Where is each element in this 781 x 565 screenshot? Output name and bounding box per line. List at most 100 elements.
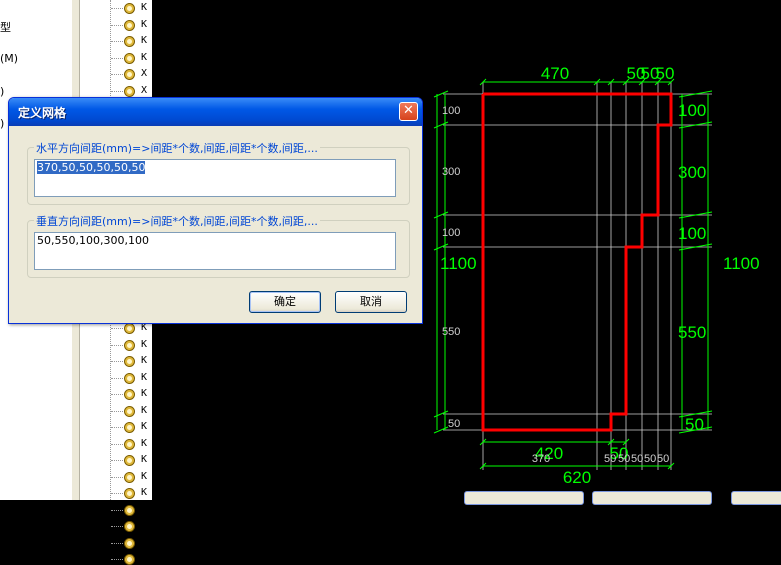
tree-item-label[interactable]: K [141,388,147,399]
tree-item-label[interactable]: K [141,372,147,383]
right-total-label: 1100 [723,254,760,273]
gear-icon [124,36,135,47]
tree-item-label[interactable]: K [141,520,147,531]
tree-item-label[interactable]: K [141,471,147,482]
gear-icon [124,554,135,565]
tree-connector [111,427,123,428]
ok-button[interactable]: 确定 [249,291,321,313]
bottom-small-label: 50 [618,453,630,465]
tree-connector [111,57,123,59]
tree-connector [111,41,123,42]
cancel-button[interactable]: 取消 [335,291,407,313]
right-dim-label: 550 [678,323,706,342]
bottom-tab-button[interactable] [592,491,712,505]
tree-item-label[interactable]: K [141,2,147,13]
tree-item-label[interactable]: K [141,405,147,416]
gear-icon [124,389,135,400]
tree-item-label[interactable]: K [141,438,147,449]
tree-connector [111,328,123,329]
tree-connector [111,24,123,26]
tree-item-label[interactable]: T [141,553,147,564]
close-icon: ✕ [403,103,414,118]
tree-item-label[interactable]: X [141,68,147,79]
gear-icon [124,471,135,483]
horizontal-spacing-label: 水平方向间距(mm)=>间距*个数,间距,间距*个数,间距,... [34,140,320,156]
tree-connector [111,8,123,9]
tree-connector [111,394,123,395]
gear-icon [124,19,135,31]
right-dim-label: 100 [678,224,706,243]
tree-item-label[interactable]: K [141,19,147,30]
gear-icon [124,422,135,433]
bottom-tab-button[interactable] [464,491,584,505]
left-panel-fragment: (M) [0,52,19,65]
left-dim-label: 300 [442,166,460,178]
right-dim-label: 100 [678,101,706,120]
left-dim-label: 50 [448,418,460,430]
left-dim-label: 100 [442,227,460,239]
horizontal-spacing-group: 水平方向间距(mm)=>间距*个数,间距,间距*个数,间距,... 370,50… [27,140,410,205]
right-dim-label: 50 [685,415,704,434]
horizontal-spacing-input[interactable]: 370,50,50,50,50,50 [34,159,396,197]
left-panel-fragment: ) [0,117,5,130]
top-dim-label: 470 [541,64,569,83]
tree-item-label[interactable]: K [141,454,147,465]
gear-icon [124,85,135,97]
tree-connector [111,410,123,412]
dialog-title: 定义网格 [18,106,67,120]
top-dim-label: 50 [656,64,675,83]
gear-icon [124,52,135,64]
tree-item-label[interactable]: K [141,355,147,366]
gear-icon [124,488,135,499]
left-dim-label: 100 [442,105,460,117]
red-outline [481,92,673,432]
tree-connector [111,361,123,362]
tree-item-label[interactable]: K [141,537,147,548]
gear-icon [124,405,135,417]
gear-icon [124,323,135,334]
tree-item-label[interactable]: K [141,504,147,515]
right-dim-label: 300 [678,163,706,182]
tree-connector [111,526,123,527]
define-grid-dialog: 定义网格 ✕ 水平方向间距(mm)=>间距*个数,间距,间距*个数,间距,...… [8,97,423,324]
gear-icon [124,455,135,466]
bottom-small-label: 50 [644,453,656,465]
vertical-spacing-input[interactable]: 50,550,100,300,100 [34,232,396,270]
left-total-label: 1100 [440,254,477,273]
tree-connector [111,90,123,92]
gear-icon [124,537,135,549]
tree-connector [111,377,123,379]
left-panel-fragment: 型 [0,21,11,34]
bottom-total-label: 620 [563,468,591,487]
left-panel-fragment: ) [0,85,5,98]
gear-icon [124,438,135,450]
gear-icon [124,504,135,516]
vertical-spacing-label: 垂直方向间距(mm)=>间距*个数,间距,间距*个数,间距,... [34,213,320,229]
tree-item-label[interactable]: K [141,487,147,498]
gear-icon [124,3,135,14]
left-dim-label: 550 [442,326,460,338]
bottom-small-label: 50 [604,453,616,465]
tree-item-label[interactable]: K [141,35,147,46]
tree-connector [111,559,123,560]
bottom-small-label: 50 [657,453,669,465]
tree-connector [111,542,123,544]
dimension-lines [433,78,713,470]
tree-item-label[interactable]: K [141,421,147,432]
gear-icon [124,356,135,367]
close-button[interactable]: ✕ [399,102,418,121]
tree-connector [111,509,123,511]
gear-icon [124,69,135,80]
tree-connector [111,476,123,478]
bottom-tab-button[interactable] [731,491,781,505]
dialog-titlebar[interactable]: 定义网格 ✕ [9,98,422,126]
gear-icon [124,339,135,351]
horizontal-spacing-value: 370,50,50,50,50,50 [37,161,146,174]
tree-connector [111,443,123,445]
bottom-small-label: 50 [631,453,643,465]
gear-icon [124,521,135,532]
tree-connector [111,74,123,75]
tree-item-label[interactable]: K [141,339,147,350]
tree-item-label[interactable]: K [141,52,147,63]
tree-item-label[interactable]: X [141,85,147,96]
